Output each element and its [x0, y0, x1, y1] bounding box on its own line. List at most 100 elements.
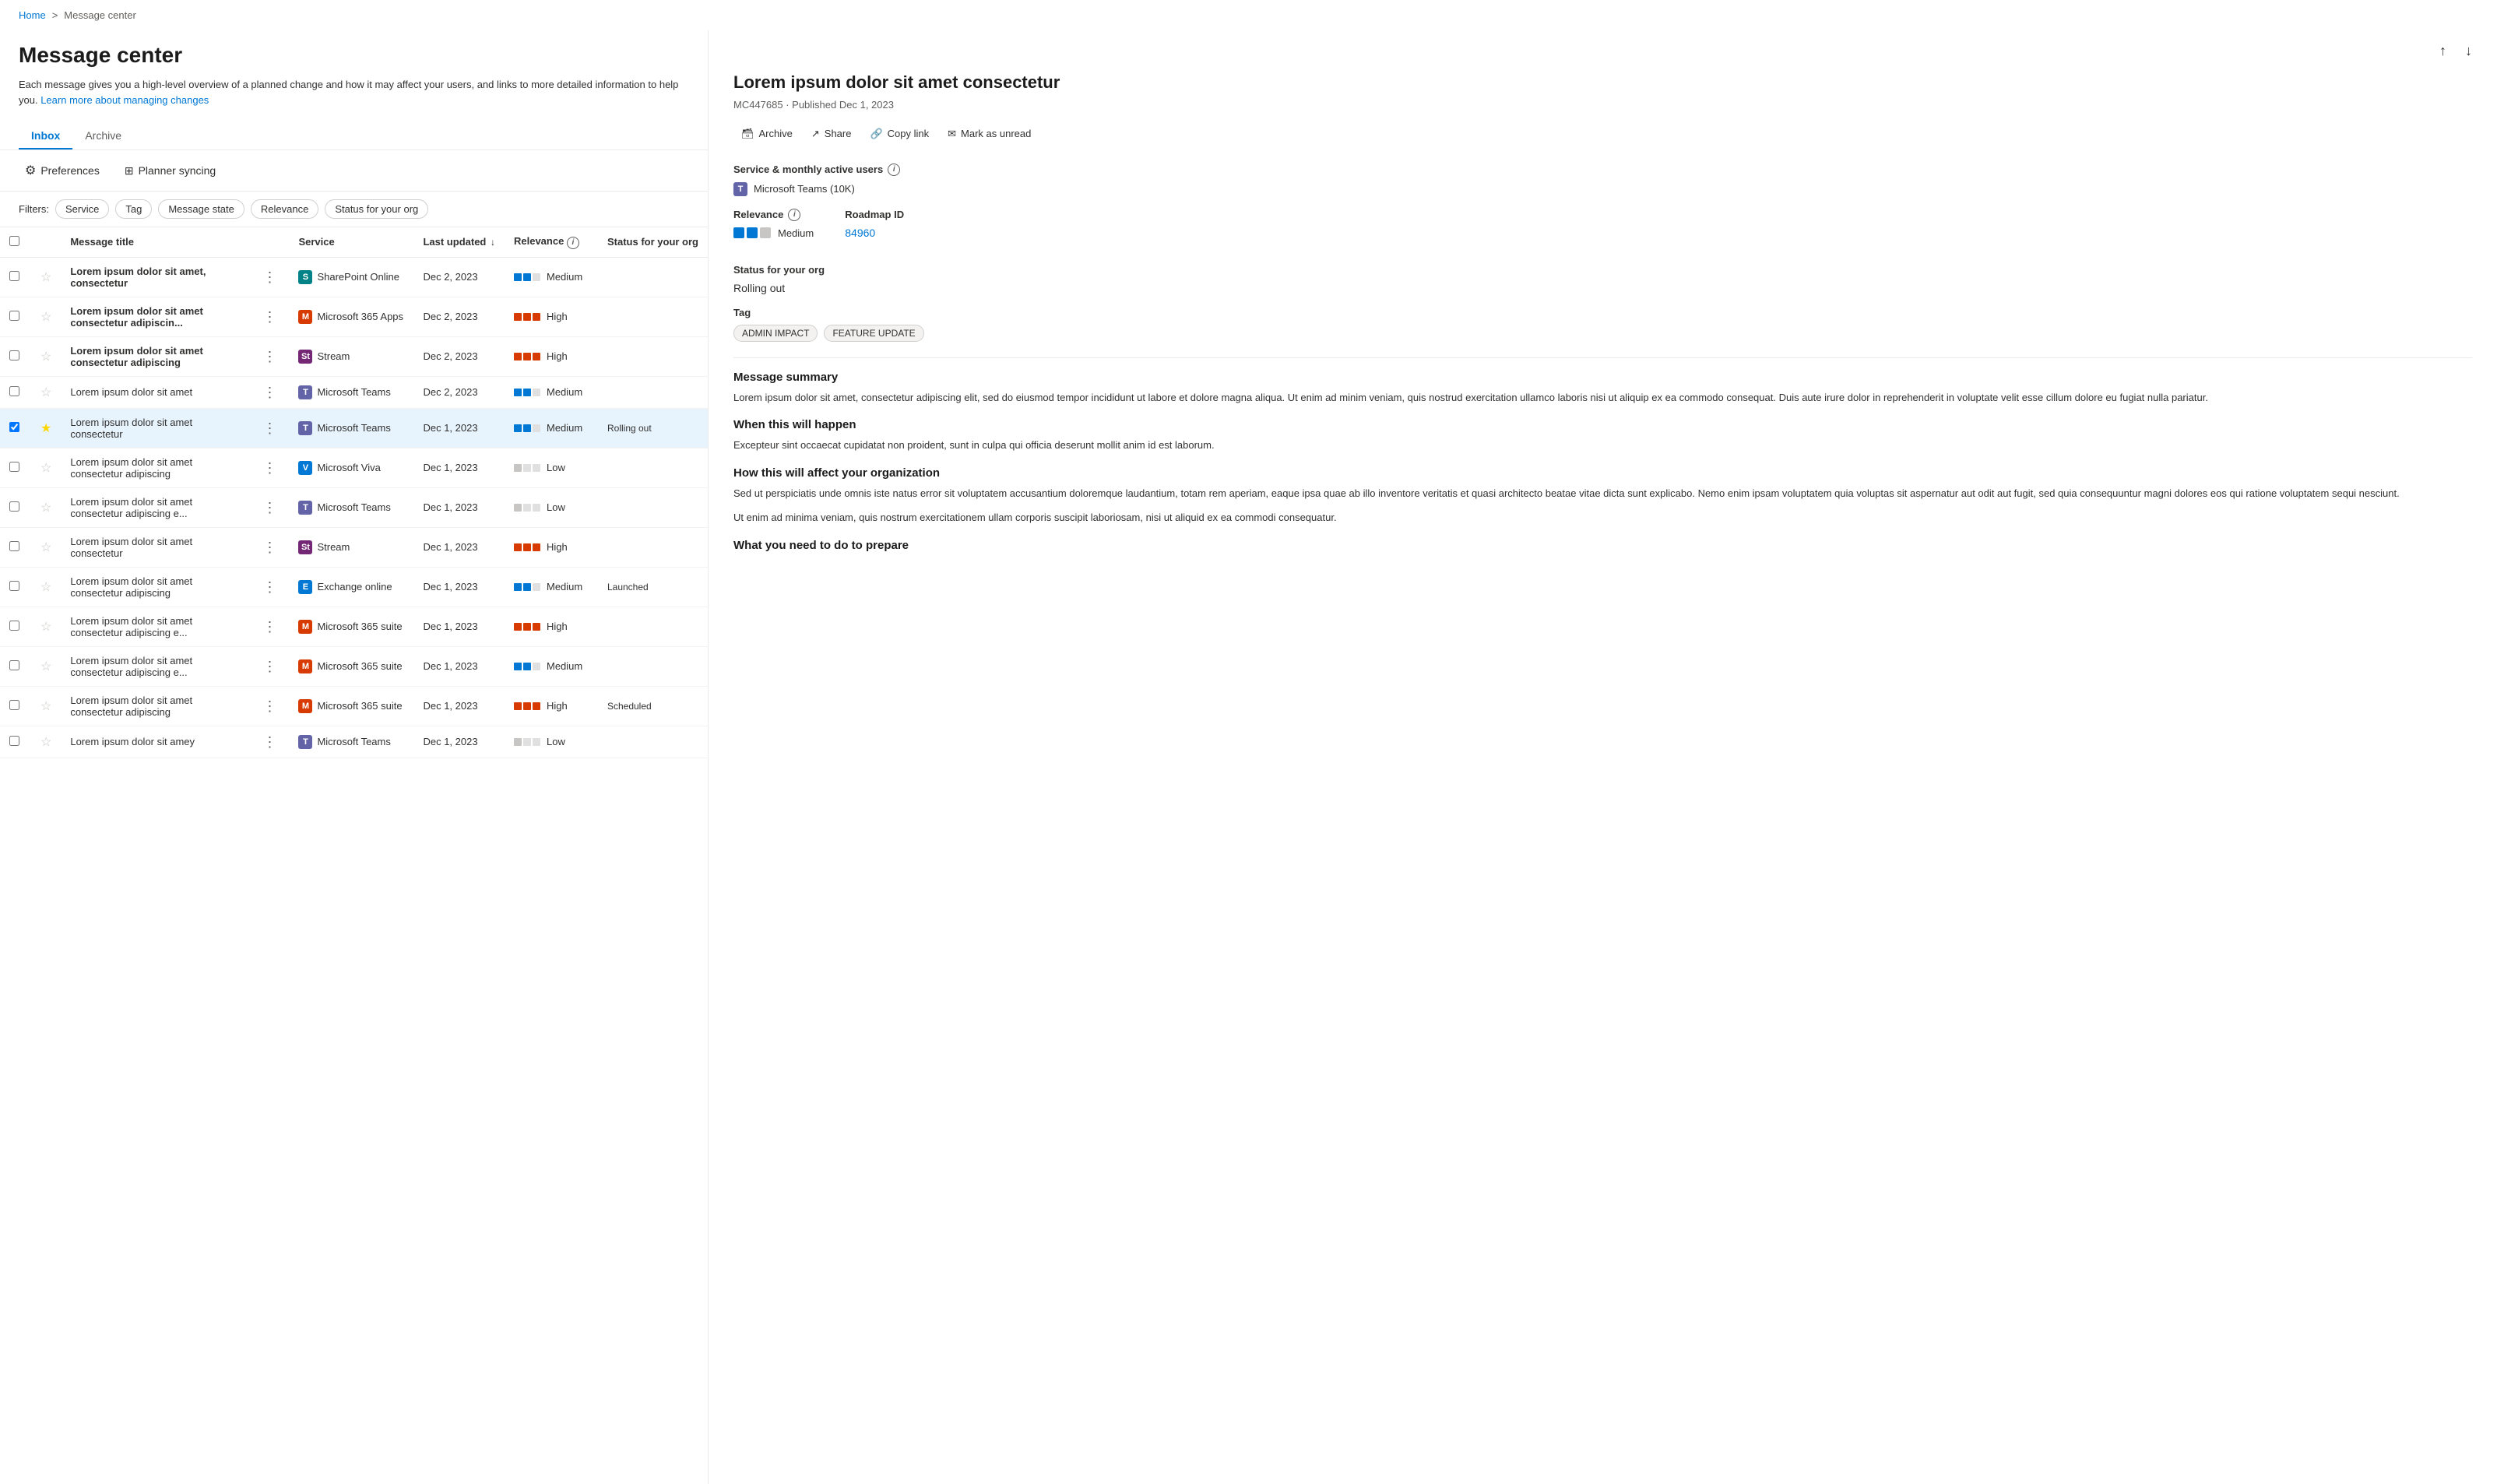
filter-relevance[interactable]: Relevance — [251, 199, 318, 219]
row-checkbox[interactable] — [9, 422, 19, 432]
row-menu-cell[interactable]: ⋮ — [250, 607, 289, 646]
table-row[interactable]: ★ Lorem ipsum dolor sit amet consectetur… — [0, 408, 708, 448]
mark-unread-button[interactable]: ✉ Mark as unread — [940, 123, 1039, 145]
row-checkbox-cell[interactable] — [0, 487, 31, 527]
row-star-cell[interactable]: ☆ — [31, 527, 61, 567]
row-star-cell[interactable]: ☆ — [31, 336, 61, 376]
table-row[interactable]: ☆ Lorem ipsum dolor sit amey ⋮ T Microso… — [0, 726, 708, 758]
three-dot-menu[interactable]: ⋮ — [259, 383, 280, 402]
star-icon[interactable]: ☆ — [40, 386, 51, 399]
copy-link-button[interactable]: 🔗 Copy link — [862, 123, 937, 145]
row-menu-cell[interactable]: ⋮ — [250, 408, 289, 448]
table-row[interactable]: ☆ Lorem ipsum dolor sit amet consectetur… — [0, 448, 708, 487]
star-icon[interactable]: ☆ — [40, 350, 51, 364]
table-row[interactable]: ☆ Lorem ipsum dolor sit amet ⋮ T Microso… — [0, 376, 708, 408]
star-icon[interactable]: ☆ — [40, 311, 51, 324]
three-dot-menu[interactable]: ⋮ — [259, 308, 280, 326]
three-dot-menu[interactable]: ⋮ — [259, 459, 280, 477]
table-row[interactable]: ☆ Lorem ipsum dolor sit amet consectetur… — [0, 567, 708, 607]
nav-next-button[interactable]: ↓ — [2459, 40, 2478, 62]
nav-prev-button[interactable]: ↑ — [2433, 40, 2453, 62]
row-menu-cell[interactable]: ⋮ — [250, 527, 289, 567]
three-dot-menu[interactable]: ⋮ — [259, 498, 280, 517]
table-row[interactable]: ☆ Lorem ipsum dolor sit amet consectetur… — [0, 487, 708, 527]
row-star-cell[interactable]: ☆ — [31, 567, 61, 607]
row-checkbox-cell[interactable] — [0, 527, 31, 567]
row-star-cell[interactable]: ☆ — [31, 726, 61, 758]
three-dot-menu[interactable]: ⋮ — [259, 419, 280, 438]
row-checkbox[interactable] — [9, 462, 19, 472]
star-icon[interactable]: ☆ — [40, 501, 51, 515]
tab-archive[interactable]: Archive — [72, 123, 134, 149]
three-dot-menu[interactable]: ⋮ — [259, 697, 280, 716]
three-dot-menu[interactable]: ⋮ — [259, 538, 280, 557]
archive-button[interactable]: 🗃 Archive — [733, 123, 800, 145]
row-menu-cell[interactable]: ⋮ — [250, 257, 289, 297]
row-star-cell[interactable]: ☆ — [31, 487, 61, 527]
three-dot-menu[interactable]: ⋮ — [259, 657, 280, 676]
table-row[interactable]: ☆ Lorem ipsum dolor sit amet consectetur… — [0, 686, 708, 726]
row-checkbox-cell[interactable] — [0, 607, 31, 646]
row-star-cell[interactable]: ☆ — [31, 646, 61, 686]
info-icon-relevance[interactable]: i — [567, 237, 579, 249]
row-checkbox-cell[interactable] — [0, 376, 31, 408]
row-checkbox[interactable] — [9, 386, 19, 396]
three-dot-menu[interactable]: ⋮ — [259, 347, 280, 366]
star-icon[interactable]: ☆ — [40, 621, 51, 634]
row-checkbox[interactable] — [9, 541, 19, 551]
filter-message-state[interactable]: Message state — [158, 199, 244, 219]
planner-syncing-button[interactable]: ⊞ Planner syncing — [118, 161, 222, 181]
row-checkbox[interactable] — [9, 271, 19, 281]
select-all-checkbox[interactable] — [9, 236, 19, 246]
table-row[interactable]: ☆ Lorem ipsum dolor sit amet consectetur… — [0, 297, 708, 336]
row-checkbox-cell[interactable] — [0, 448, 31, 487]
row-star-cell[interactable]: ☆ — [31, 376, 61, 408]
row-checkbox[interactable] — [9, 311, 19, 321]
three-dot-menu[interactable]: ⋮ — [259, 578, 280, 596]
row-checkbox[interactable] — [9, 621, 19, 631]
filter-tag[interactable]: Tag — [115, 199, 152, 219]
row-menu-cell[interactable]: ⋮ — [250, 487, 289, 527]
row-checkbox-cell[interactable] — [0, 257, 31, 297]
row-checkbox-cell[interactable] — [0, 686, 31, 726]
learn-more-link[interactable]: Learn more about managing changes — [40, 94, 209, 106]
row-checkbox-cell[interactable] — [0, 408, 31, 448]
row-checkbox-cell[interactable] — [0, 646, 31, 686]
star-icon[interactable]: ☆ — [40, 541, 51, 554]
star-icon[interactable]: ☆ — [40, 660, 51, 673]
three-dot-menu[interactable]: ⋮ — [259, 733, 280, 751]
row-menu-cell[interactable]: ⋮ — [250, 297, 289, 336]
col-header-relevance[interactable]: Relevance i — [505, 227, 598, 257]
row-star-cell[interactable]: ★ — [31, 408, 61, 448]
row-menu-cell[interactable]: ⋮ — [250, 646, 289, 686]
breadcrumb-home[interactable]: Home — [19, 9, 46, 21]
star-icon[interactable]: ☆ — [40, 700, 51, 713]
info-icon-relevance-detail[interactable]: i — [788, 209, 800, 221]
preferences-button[interactable]: ⚙ Preferences — [19, 160, 106, 181]
row-checkbox-cell[interactable] — [0, 567, 31, 607]
star-icon[interactable]: ☆ — [40, 736, 51, 749]
info-icon-service[interactable]: i — [888, 164, 900, 176]
row-checkbox[interactable] — [9, 660, 19, 670]
row-menu-cell[interactable]: ⋮ — [250, 686, 289, 726]
row-checkbox[interactable] — [9, 501, 19, 512]
row-checkbox-cell[interactable] — [0, 297, 31, 336]
row-menu-cell[interactable]: ⋮ — [250, 376, 289, 408]
star-icon[interactable]: ☆ — [40, 462, 51, 475]
row-star-cell[interactable]: ☆ — [31, 607, 61, 646]
star-icon[interactable]: ☆ — [40, 271, 51, 284]
share-button[interactable]: ↗ Share — [804, 123, 860, 145]
row-star-cell[interactable]: ☆ — [31, 686, 61, 726]
table-row[interactable]: ☆ Lorem ipsum dolor sit amet consectetur… — [0, 646, 708, 686]
tab-inbox[interactable]: Inbox — [19, 123, 72, 149]
table-row[interactable]: ☆ Lorem ipsum dolor sit amet consectetur… — [0, 527, 708, 567]
row-checkbox[interactable] — [9, 736, 19, 746]
row-menu-cell[interactable]: ⋮ — [250, 726, 289, 758]
row-star-cell[interactable]: ☆ — [31, 297, 61, 336]
row-checkbox[interactable] — [9, 350, 19, 360]
star-icon[interactable]: ★ — [40, 422, 51, 435]
table-row[interactable]: ☆ Lorem ipsum dolor sit amet consectetur… — [0, 607, 708, 646]
col-header-updated[interactable]: Last updated ↓ — [413, 227, 505, 257]
table-row[interactable]: ☆ Lorem ipsum dolor sit amet, consectetu… — [0, 257, 708, 297]
table-row[interactable]: ☆ Lorem ipsum dolor sit amet consectetur… — [0, 336, 708, 376]
